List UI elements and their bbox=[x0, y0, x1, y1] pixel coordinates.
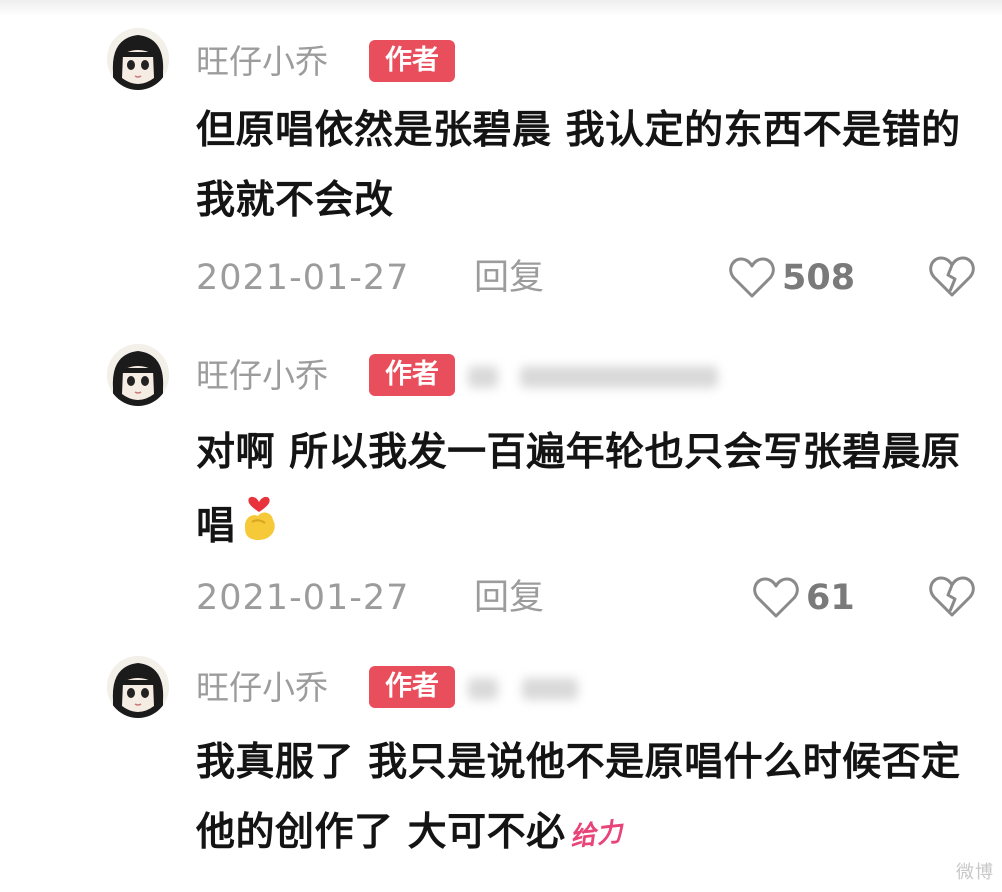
heart-outline-icon bbox=[729, 257, 775, 298]
avatar[interactable] bbox=[107, 344, 169, 406]
author-badge: 作者 bbox=[369, 666, 455, 708]
dislike-button[interactable] bbox=[928, 575, 976, 621]
like-button[interactable]: 61 bbox=[752, 575, 855, 621]
author-badge: 作者 bbox=[369, 40, 455, 82]
sticker-label: 给力 bbox=[568, 816, 625, 853]
comment-date: 2021-01-27 bbox=[196, 258, 410, 298]
dislike-button[interactable] bbox=[928, 255, 976, 301]
avatar-image-icon bbox=[107, 344, 169, 406]
comment-text-body: 对啊 所以我发一百遍年轮也只会写张碧晨原唱 bbox=[196, 430, 961, 549]
like-count: 508 bbox=[782, 258, 856, 298]
comment-author[interactable]: 旺仔小乔 bbox=[196, 668, 328, 708]
top-divider bbox=[0, 0, 1002, 16]
like-button[interactable]: 508 bbox=[728, 255, 855, 301]
comment-text: 我真服了 我只是说他不是原唱什么时候否定他的创作了 大可不必给力 bbox=[196, 728, 966, 870]
avatar-image-icon bbox=[107, 656, 169, 718]
comment-author[interactable]: 旺仔小乔 bbox=[196, 42, 328, 82]
comment-date: 2021-01-27 bbox=[196, 578, 410, 618]
watermark: 微博 bbox=[956, 862, 994, 883]
comment-text: 但原唱依然是张碧晨 我认定的东西不是错的我就不会改 bbox=[196, 108, 961, 223]
broken-heart-icon bbox=[929, 256, 975, 297]
redacted-reply-target bbox=[520, 366, 718, 388]
redacted-reply-target bbox=[468, 366, 498, 388]
comment-author[interactable]: 旺仔小乔 bbox=[196, 356, 328, 396]
reply-button[interactable]: 回复 bbox=[474, 258, 544, 298]
author-badge: 作者 bbox=[369, 354, 455, 396]
heart-hands-emoji-icon bbox=[238, 488, 280, 569]
broken-heart-icon bbox=[929, 576, 975, 617]
avatar-image-icon bbox=[107, 28, 169, 90]
avatar[interactable] bbox=[107, 656, 169, 718]
redacted-reply-target bbox=[522, 678, 578, 700]
heart-outline-icon bbox=[753, 577, 799, 618]
comment-thread: 旺仔小乔 作者 但原唱依然是张碧晨 我认定的东西不是错的我就不会改 2021-0… bbox=[0, 0, 1002, 892]
avatar[interactable] bbox=[107, 28, 169, 90]
comment-text: 对啊 所以我发一百遍年轮也只会写张碧晨原唱 bbox=[196, 418, 966, 569]
reply-button[interactable]: 回复 bbox=[474, 578, 544, 618]
redacted-reply-target bbox=[468, 678, 498, 700]
like-count: 61 bbox=[806, 578, 855, 618]
